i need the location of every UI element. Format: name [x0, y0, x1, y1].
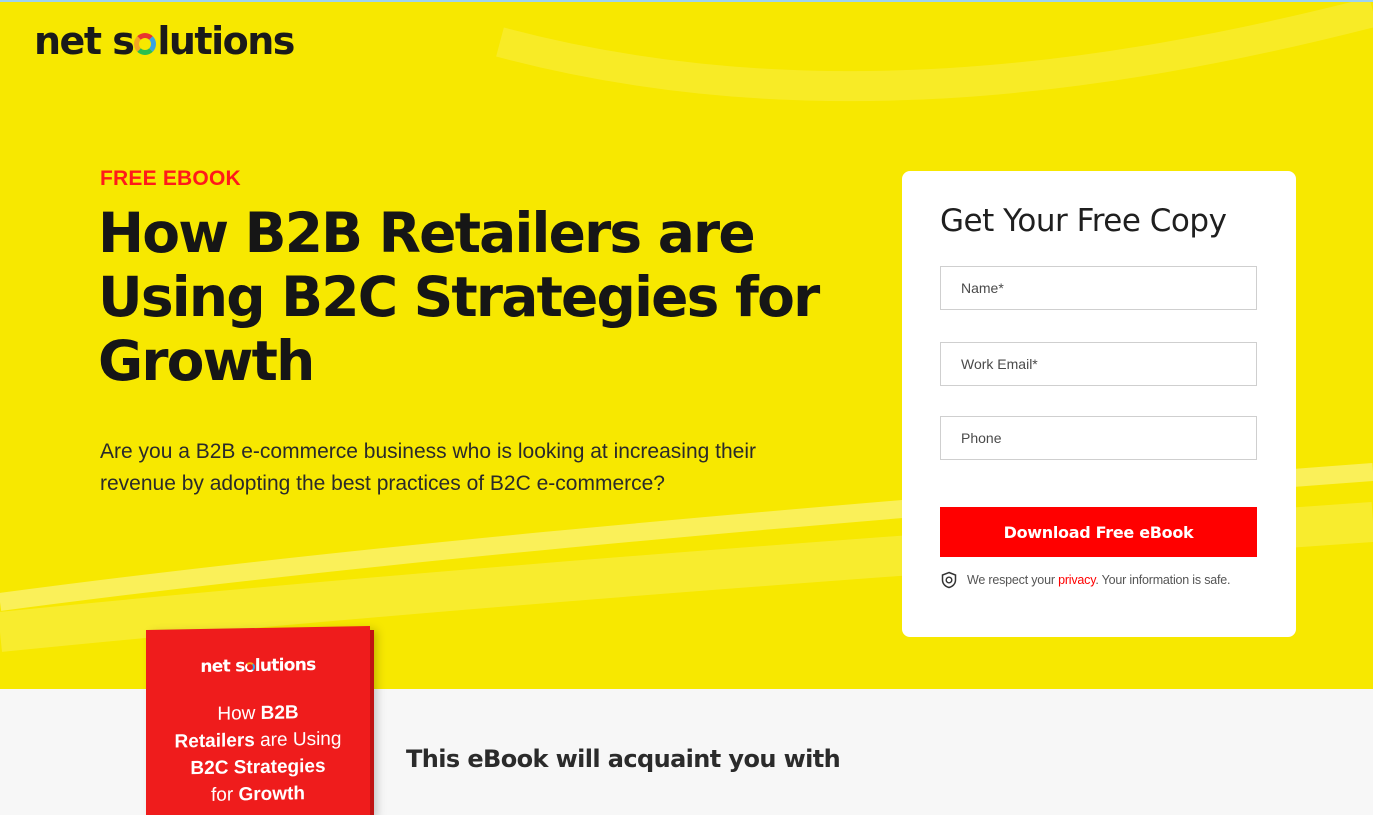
logo-text-start: net s [34, 19, 135, 63]
brand-logo[interactable]: net s lutions [34, 19, 295, 63]
page-headline: How B2B Retailers are Using B2C Strategi… [98, 201, 820, 393]
ebook-cover-title: How B2B Retailers are Using B2C Strategi… [146, 698, 370, 810]
privacy-text: We respect your privacy. Your informatio… [967, 573, 1231, 587]
ebook-logo-start: net s [200, 656, 245, 678]
ebook-title-line-2: Retailers are Using [146, 725, 370, 756]
ebook-title-line-2-bold: Retailers [174, 730, 255, 753]
phone-field[interactable] [940, 416, 1257, 460]
ebook-cover: net s lutions How B2B Retailers are Using… [146, 626, 370, 815]
shield-icon [941, 571, 957, 589]
name-field[interactable] [940, 266, 1257, 310]
ebook-logo-end: lutions [254, 654, 316, 677]
privacy-prefix: We respect your [967, 573, 1059, 587]
ebook-title-line-1-plain: How [217, 702, 261, 725]
ebook-title-line-1: How B2B [146, 698, 370, 729]
ebook-title-line-4-bold: Growth [238, 783, 305, 806]
eyebrow-label: FREE EBOOK [100, 167, 241, 190]
form-title: Get Your Free Copy [940, 203, 1227, 239]
ebook-title-line-4: for Growth [146, 779, 370, 810]
ebook-title-line-3: B2C Strategies [146, 752, 370, 783]
colorful-o-icon [244, 662, 255, 673]
ebook-title-line-3-bold: B2C Strategies [190, 755, 326, 780]
ebook-title-line-4-plain: for [211, 784, 239, 806]
ebook-title-line-1-bold: B2B [260, 702, 299, 724]
work-email-field[interactable] [940, 342, 1257, 386]
section-heading: This eBook will acquaint you with [406, 745, 841, 773]
download-form-card: Get Your Free Copy Download Free eBook W… [902, 171, 1296, 637]
ebook-cover-logo: net s lutions [146, 654, 370, 678]
hero-section: net s lutions FREE EBOOK How B2B Retailer… [0, 0, 1373, 689]
ebook-title-line-2-plain: are Using [254, 728, 342, 752]
privacy-notice: We respect your privacy. Your informatio… [940, 571, 1270, 589]
intro-paragraph: Are you a B2B e-commerce business who is… [100, 440, 756, 495]
colorful-o-icon [134, 33, 157, 55]
download-ebook-button[interactable]: Download Free eBook [940, 507, 1257, 557]
logo-text-end: lutions [157, 19, 295, 63]
privacy-suffix: . Your information is safe. [1095, 573, 1231, 587]
privacy-link[interactable]: privacy [1058, 573, 1095, 587]
